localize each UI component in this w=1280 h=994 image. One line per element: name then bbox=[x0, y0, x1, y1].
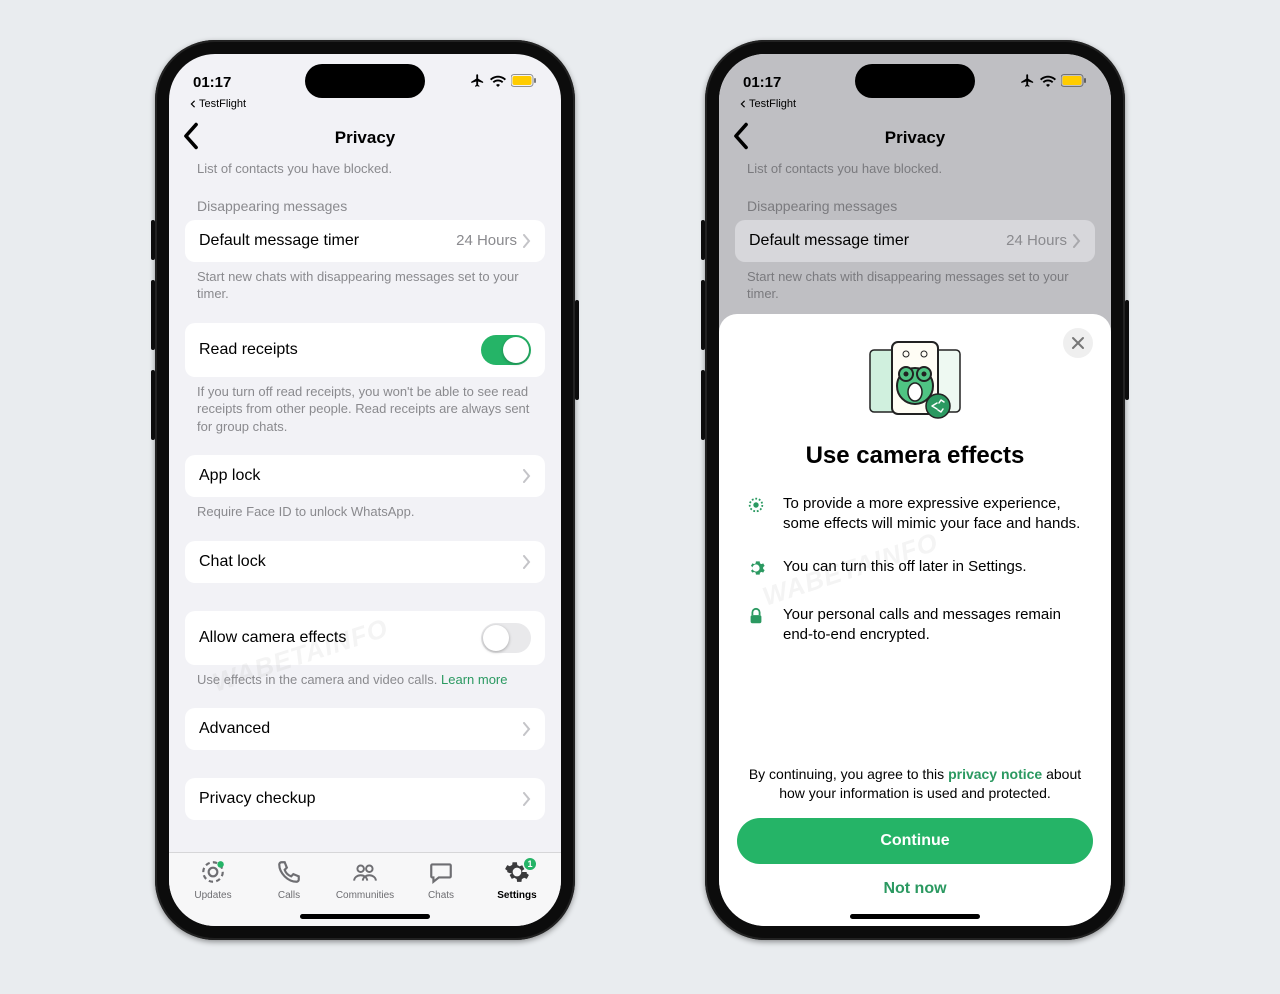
legal-text: By continuing, you agree to this privacy… bbox=[737, 765, 1093, 804]
back-button[interactable] bbox=[733, 122, 749, 155]
tab-communities[interactable]: Communities bbox=[335, 859, 395, 908]
disappearing-footer: Start new chats with disappearing messag… bbox=[185, 262, 545, 309]
dynamic-island bbox=[305, 64, 425, 98]
phone-icon bbox=[276, 859, 302, 888]
camera-effects-footer: Use effects in the camera and video call… bbox=[185, 665, 545, 695]
disappearing-header: Disappearing messages bbox=[735, 184, 1095, 220]
breadcrumb-testflight[interactable]: TestFlight bbox=[739, 98, 796, 110]
chevron-right-icon bbox=[1073, 234, 1081, 248]
bullet-face-tracking: To provide a more expressive experience,… bbox=[747, 494, 1083, 535]
continue-button[interactable]: Continue bbox=[737, 818, 1093, 864]
row-label: Default message timer bbox=[199, 232, 359, 250]
phone-right: 01:17 TestFlight Privacy List of contact… bbox=[705, 40, 1125, 940]
row-label: Allow camera effects bbox=[199, 629, 346, 647]
row-label: Read receipts bbox=[199, 341, 298, 359]
navbar: Privacy bbox=[169, 116, 561, 160]
lock-icon bbox=[747, 607, 765, 631]
app-lock-footer: Require Face ID to unlock WhatsApp. bbox=[185, 497, 545, 527]
chevron-right-icon bbox=[523, 722, 531, 736]
default-message-timer-row: Default message timer 24 Hours bbox=[735, 220, 1095, 262]
disappearing-footer: Start new chats with disappearing messag… bbox=[735, 262, 1095, 309]
blocked-hint: List of contacts you have blocked. bbox=[185, 160, 545, 184]
tab-calls[interactable]: Calls bbox=[259, 859, 319, 908]
battery-icon bbox=[1061, 74, 1087, 91]
read-receipts-footer: If you turn off read receipts, you won't… bbox=[185, 377, 545, 442]
chevron-right-icon bbox=[523, 792, 531, 806]
row-label: Privacy checkup bbox=[199, 790, 316, 808]
chevron-right-icon bbox=[523, 469, 531, 483]
advanced-row[interactable]: Advanced bbox=[185, 708, 545, 750]
back-button[interactable] bbox=[183, 122, 199, 155]
app-lock-row[interactable]: App lock bbox=[185, 455, 545, 497]
home-indicator[interactable] bbox=[850, 914, 980, 919]
chat-lock-row[interactable]: Chat lock bbox=[185, 541, 545, 583]
privacy-notice-link[interactable]: privacy notice bbox=[948, 766, 1042, 782]
updates-icon bbox=[200, 859, 226, 888]
status-time: 01:17 bbox=[193, 74, 231, 91]
gear-icon bbox=[747, 559, 765, 583]
airplane-icon bbox=[1020, 73, 1035, 92]
bullet-settings: You can turn this off later in Settings. bbox=[747, 557, 1083, 583]
settings-badge: 1 bbox=[523, 857, 537, 871]
wifi-icon bbox=[490, 74, 506, 91]
tab-chats[interactable]: Chats bbox=[411, 859, 471, 908]
wifi-icon bbox=[1040, 74, 1056, 91]
settings-scroll[interactable]: List of contacts you have blocked. Disap… bbox=[169, 160, 561, 852]
communities-icon bbox=[352, 859, 378, 888]
default-message-timer-row[interactable]: Default message timer 24 Hours bbox=[185, 220, 545, 262]
page-title: Privacy bbox=[335, 128, 396, 148]
face-scan-icon bbox=[747, 496, 765, 520]
bullet-encryption: Your personal calls and messages remain … bbox=[747, 605, 1083, 646]
home-indicator[interactable] bbox=[300, 914, 430, 919]
blocked-hint: List of contacts you have blocked. bbox=[735, 160, 1095, 184]
effects-illustration bbox=[743, 338, 1087, 428]
not-now-button[interactable]: Not now bbox=[737, 880, 1093, 898]
row-value: 24 Hours bbox=[456, 232, 517, 249]
sheet-title: Use camera effects bbox=[743, 442, 1087, 470]
allow-camera-effects-row: Allow camera effects bbox=[185, 611, 545, 665]
camera-effects-toggle[interactable] bbox=[481, 623, 531, 653]
close-button[interactable] bbox=[1063, 328, 1093, 358]
chevron-right-icon bbox=[523, 234, 531, 248]
battery-icon bbox=[511, 74, 537, 91]
chats-icon bbox=[428, 859, 454, 888]
privacy-checkup-row[interactable]: Privacy checkup bbox=[185, 778, 545, 820]
read-receipts-row: Read receipts bbox=[185, 323, 545, 377]
camera-effects-sheet: Use camera effects To provide a more exp… bbox=[719, 314, 1111, 926]
page-title: Privacy bbox=[885, 128, 946, 148]
row-label: App lock bbox=[199, 467, 260, 485]
learn-more-link[interactable]: Learn more bbox=[441, 672, 507, 687]
read-receipts-toggle[interactable] bbox=[481, 335, 531, 365]
chevron-right-icon bbox=[523, 555, 531, 569]
tab-updates[interactable]: Updates bbox=[183, 859, 243, 908]
tab-settings[interactable]: 1 Settings bbox=[487, 859, 547, 908]
breadcrumb-testflight[interactable]: TestFlight bbox=[189, 98, 246, 110]
row-label: Advanced bbox=[199, 720, 270, 738]
status-time: 01:17 bbox=[743, 74, 781, 91]
airplane-icon bbox=[470, 73, 485, 92]
dynamic-island bbox=[855, 64, 975, 98]
navbar: Privacy bbox=[719, 116, 1111, 160]
phone-left: 01:17 TestFlight Privacy List of contact… bbox=[155, 40, 575, 940]
disappearing-header: Disappearing messages bbox=[185, 184, 545, 220]
row-label: Chat lock bbox=[199, 553, 266, 571]
